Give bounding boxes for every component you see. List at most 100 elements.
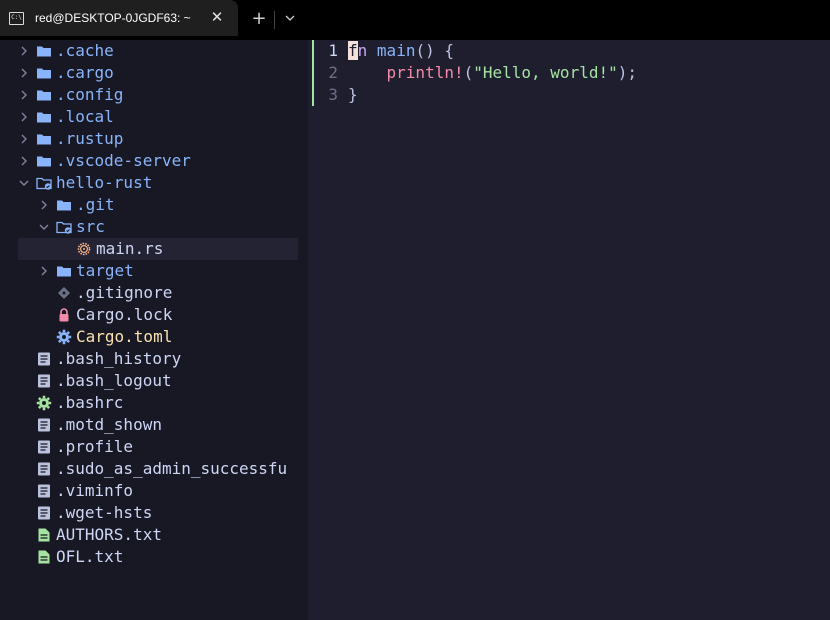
folder-icon bbox=[56, 197, 72, 213]
folder-icon bbox=[56, 263, 72, 279]
chevron-down-icon bbox=[38, 216, 50, 238]
punctuation-token: () { bbox=[415, 41, 454, 60]
lock-icon bbox=[56, 307, 72, 323]
tree-folder-src[interactable]: src bbox=[18, 216, 298, 238]
git-file-icon bbox=[56, 285, 72, 301]
chevron-right-icon bbox=[18, 62, 30, 84]
tree-file-bashrc[interactable]: .bashrc bbox=[18, 392, 298, 414]
tree-file-authors-txt[interactable]: AUTHORS.txt bbox=[18, 524, 298, 546]
tree-file-sudo-as-admin[interactable]: .sudo_as_admin_successfu bbox=[18, 458, 298, 480]
tree-file-motd-shown[interactable]: .motd_shown bbox=[18, 414, 298, 436]
tree-file-ofl-txt[interactable]: OFL.txt bbox=[18, 546, 298, 568]
folder-icon bbox=[36, 153, 52, 169]
chevron-right-icon bbox=[18, 106, 30, 128]
text-file-icon bbox=[36, 483, 52, 499]
chevron-right-icon bbox=[18, 128, 30, 150]
tree-item-label: .motd_shown bbox=[56, 415, 162, 434]
tree-item-label: .cache bbox=[56, 41, 114, 60]
tree-item-label: .gitignore bbox=[76, 283, 173, 302]
tree-item-label: AUTHORS.txt bbox=[56, 525, 162, 544]
text-file-icon bbox=[36, 439, 52, 455]
tab-dropdown-button[interactable] bbox=[275, 0, 305, 36]
tree-item-label: hello-rust bbox=[56, 173, 153, 192]
chevron-right-icon bbox=[18, 150, 30, 172]
new-tab-button[interactable]: + bbox=[244, 0, 274, 36]
chevron-right-icon bbox=[38, 194, 50, 216]
chevron-down-icon bbox=[18, 172, 30, 194]
tree-folder-config[interactable]: .config bbox=[18, 84, 298, 106]
tree-item-label: .sudo_as_admin_successfu bbox=[56, 459, 288, 478]
chevron-right-icon bbox=[38, 260, 50, 282]
tree-folder-local[interactable]: .local bbox=[18, 106, 298, 128]
tree-item-label: .bash_history bbox=[56, 349, 182, 368]
folder-icon bbox=[36, 65, 52, 81]
tree-file-profile[interactable]: .profile bbox=[18, 436, 298, 458]
tree-folder-vscode-server[interactable]: .vscode-server bbox=[18, 150, 298, 172]
tree-file-main-rs[interactable]: main.rs bbox=[18, 238, 298, 260]
folder-icon bbox=[36, 87, 52, 103]
tree-item-label: OFL.txt bbox=[56, 547, 124, 566]
tree-folder-rustup[interactable]: .rustup bbox=[18, 128, 298, 150]
folder-icon bbox=[36, 109, 52, 125]
chevron-right-icon bbox=[18, 84, 30, 106]
tree-file-gitignore[interactable]: .gitignore bbox=[18, 282, 298, 304]
terminal-icon: C:\ bbox=[9, 11, 24, 25]
title-bar: C:\ red@DESKTOP-0JGDF63: ~ ✕ + bbox=[0, 0, 830, 40]
text-file-icon bbox=[36, 351, 52, 367]
code-line-1[interactable]: fn main() { bbox=[348, 40, 454, 62]
folder-icon bbox=[36, 43, 52, 59]
tree-folder-cache[interactable]: .cache bbox=[18, 40, 298, 62]
folder-open-icon bbox=[56, 219, 72, 235]
tree-file-wget-hsts[interactable]: .wget-hsts bbox=[18, 502, 298, 524]
folder-icon bbox=[36, 131, 52, 147]
tree-item-label: .cargo bbox=[56, 63, 114, 82]
tree-item-label: .bashrc bbox=[56, 393, 124, 412]
text-file-icon bbox=[36, 505, 52, 521]
tree-item-label: .wget-hsts bbox=[56, 503, 153, 522]
punctuation-token: } bbox=[348, 85, 358, 104]
tree-item-label: target bbox=[76, 261, 134, 280]
tree-folder-git[interactable]: .git bbox=[18, 194, 298, 216]
tree-item-label: .git bbox=[76, 195, 115, 214]
tab-title: red@DESKTOP-0JGDF63: ~ bbox=[35, 11, 191, 25]
tree-folder-cargo[interactable]: .cargo bbox=[18, 62, 298, 84]
folder-open-icon bbox=[36, 175, 52, 191]
keyword-token: n bbox=[357, 41, 368, 60]
code-editor[interactable]: 1 2 3 fn main() { println!("Hello, world… bbox=[308, 40, 830, 620]
tree-item-label: .vscode-server bbox=[56, 151, 191, 170]
text-file-icon bbox=[36, 461, 52, 477]
text-file-icon bbox=[36, 373, 52, 389]
rust-file-icon bbox=[76, 241, 92, 257]
line-number: 1 bbox=[328, 41, 338, 60]
terminal-tab[interactable]: C:\ red@DESKTOP-0JGDF63: ~ ✕ bbox=[0, 0, 238, 36]
file-tree: .cache .cargo .config .local .rustup .vs… bbox=[0, 40, 308, 620]
punctuation-token: ( bbox=[463, 63, 474, 82]
tree-file-cargo-lock[interactable]: Cargo.lock bbox=[18, 304, 298, 326]
tree-file-viminfo[interactable]: .viminfo bbox=[18, 480, 298, 502]
txt-file-icon bbox=[36, 549, 52, 565]
tree-file-bash-logout[interactable]: .bash_logout bbox=[18, 370, 298, 392]
macro-token: println! bbox=[386, 63, 464, 82]
tree-item-label: Cargo.toml bbox=[76, 327, 173, 346]
line-number: 3 bbox=[328, 85, 338, 104]
tree-item-label: .rustup bbox=[56, 129, 124, 148]
tree-folder-target[interactable]: target bbox=[18, 260, 298, 282]
tree-item-label: .local bbox=[56, 107, 114, 126]
tree-item-label: main.rs bbox=[96, 239, 164, 258]
git-added-marker bbox=[312, 40, 314, 106]
tree-file-cargo-toml[interactable]: Cargo.toml bbox=[18, 326, 298, 348]
tree-file-bash-history[interactable]: .bash_history bbox=[18, 348, 298, 370]
punctuation-token: ); bbox=[617, 63, 637, 82]
close-tab-icon[interactable]: ✕ bbox=[210, 9, 224, 25]
gear-icon bbox=[36, 395, 52, 411]
string-token: "Hello, world!" bbox=[473, 63, 618, 82]
tree-folder-hello-rust[interactable]: hello-rust bbox=[18, 172, 298, 194]
function-name-token: main bbox=[376, 41, 416, 60]
code-line-2[interactable]: println!("Hello, world!"); bbox=[348, 62, 637, 84]
tree-item-label: .viminfo bbox=[56, 481, 134, 500]
code-line-3[interactable]: } bbox=[348, 84, 358, 106]
gear-icon bbox=[56, 329, 72, 345]
line-number: 2 bbox=[328, 63, 338, 82]
